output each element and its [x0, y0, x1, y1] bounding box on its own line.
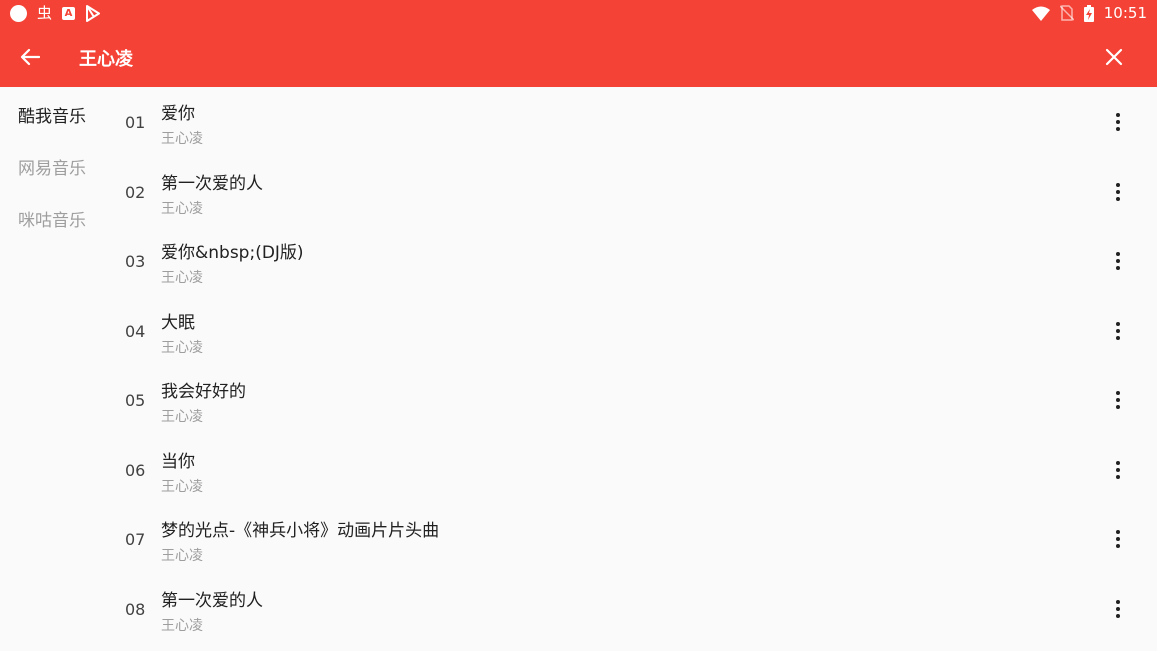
status-clock: 10:51 [1103, 4, 1147, 22]
more-vert-icon[interactable] [1104, 594, 1132, 624]
more-vert-icon[interactable] [1104, 246, 1132, 276]
song-number: 01 [125, 113, 146, 132]
song-row[interactable]: 08 第一次爱的人 王心凌 [110, 574, 1157, 644]
song-artist: 王心凌 [161, 617, 203, 634]
song-number: 02 [125, 182, 146, 202]
song-number: 06 [125, 460, 146, 480]
page-title: 王心凌 [79, 49, 133, 70]
more-vert-icon[interactable] [1104, 385, 1132, 415]
song-artist: 王心凌 [161, 270, 203, 286]
a-notification-icon: A [62, 6, 76, 20]
source-sidebar: 酷我音乐 网易音乐 咪咕音乐 [0, 87, 110, 651]
source-item-kuwo[interactable]: 酷我音乐 [18, 102, 86, 127]
arrow-left-icon [20, 48, 40, 66]
close-button[interactable] [1099, 42, 1129, 72]
song-row[interactable]: 06 当你 王心凌 [110, 435, 1157, 505]
song-artist: 王心凌 [161, 478, 203, 495]
song-artist: 王心凌 [161, 131, 203, 147]
song-title: 当你 [161, 451, 195, 472]
more-vert-icon[interactable] [1104, 455, 1132, 485]
circle-notification-icon [10, 4, 27, 22]
song-row[interactable]: 07 梦的光点-《神兵小将》动画片片头曲 王心凌 [110, 504, 1157, 574]
song-title: 第一次爱的人 [161, 173, 263, 194]
song-title: 爱你 [161, 104, 195, 124]
song-number: 04 [125, 321, 146, 341]
song-title: 第一次爱的人 [161, 590, 263, 611]
top-bar: 虫 A 10:51 王心凌 [0, 0, 1157, 87]
song-title: 大眠 [161, 312, 195, 333]
song-row[interactable]: 04 大眠 王心凌 [110, 296, 1157, 366]
song-artist: 王心凌 [161, 548, 203, 564]
wifi-icon [1031, 6, 1050, 21]
status-bar: 虫 A 10:51 [0, 0, 1157, 26]
song-row[interactable]: 02 第一次爱的人 王心凌 [110, 157, 1157, 227]
source-item-netease[interactable]: 网易音乐 [18, 154, 86, 179]
source-item-migu[interactable]: 咪咕音乐 [18, 206, 86, 231]
song-number: 08 [125, 599, 146, 619]
song-artist: 王心凌 [161, 339, 203, 356]
song-number: 03 [125, 252, 146, 271]
play-store-icon [86, 4, 101, 22]
song-artist: 王心凌 [161, 200, 203, 217]
close-icon [1105, 48, 1123, 66]
song-title: 爱你&nbsp;(DJ版) [161, 243, 304, 263]
song-row[interactable]: 05 我会好好的 王心凌 [110, 365, 1157, 435]
song-row[interactable]: 03 爱你&nbsp;(DJ版) 王心凌 [110, 226, 1157, 296]
more-vert-icon[interactable] [1104, 177, 1132, 207]
song-list: 01 爱你 王心凌 02 第一次爱的人 王心凌 03 爱你&nbsp;(DJ版)… [110, 87, 1157, 651]
more-vert-icon[interactable] [1104, 316, 1132, 346]
song-artist: 王心凌 [161, 409, 203, 425]
song-number: 05 [125, 391, 146, 410]
battery-charging-icon [1083, 4, 1094, 22]
more-vert-icon[interactable] [1104, 107, 1132, 137]
app-bar: 王心凌 [0, 26, 1157, 87]
song-number: 07 [125, 530, 146, 549]
song-row[interactable]: 01 爱你 王心凌 [110, 87, 1157, 157]
song-title: 梦的光点-《神兵小将》动画片片头曲 [161, 521, 440, 541]
notification-app-icon: 虫 [37, 4, 53, 22]
song-title: 我会好好的 [161, 382, 246, 402]
no-sim-icon [1059, 5, 1074, 21]
back-button[interactable] [14, 42, 46, 72]
more-vert-icon[interactable] [1104, 524, 1132, 554]
